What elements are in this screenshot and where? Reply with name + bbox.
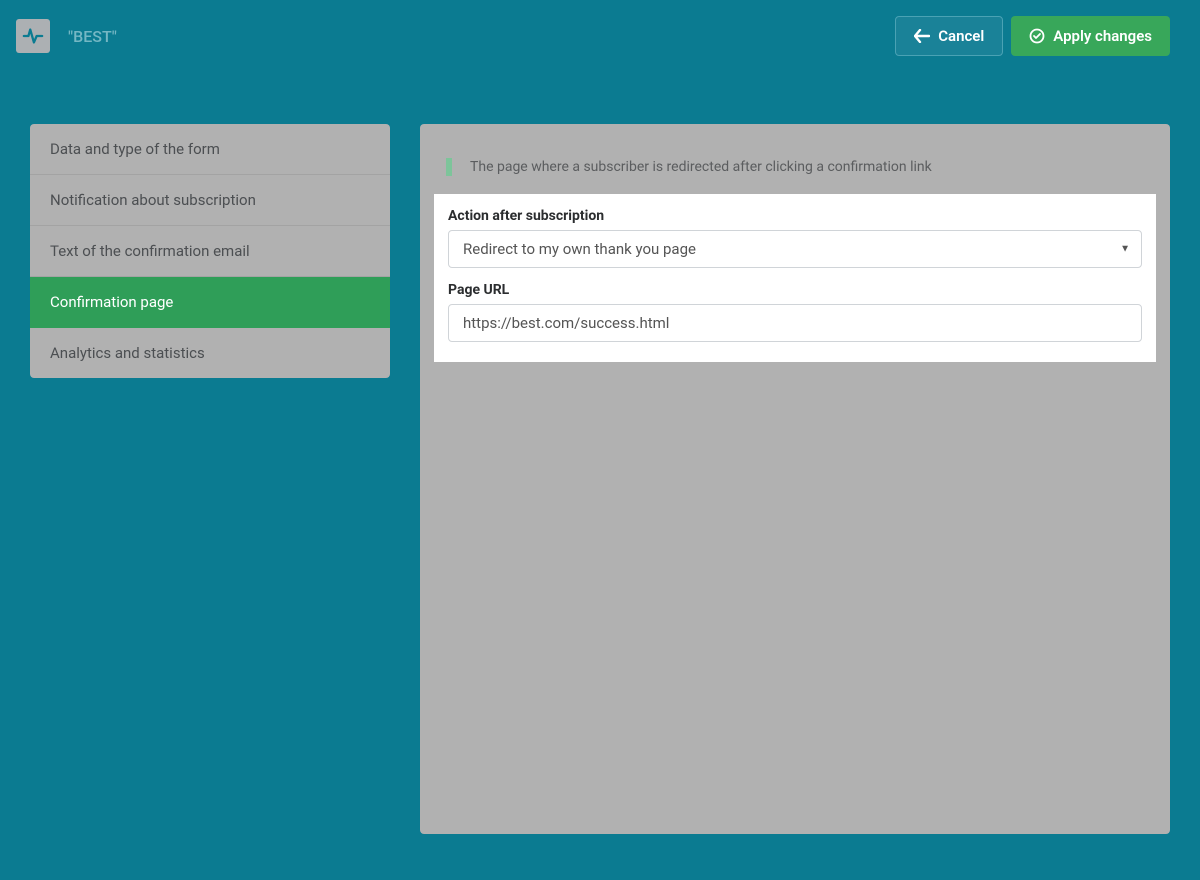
form-card: Action after subscription Redirect to my… [434,194,1156,362]
sidebar-item-label: Data and type of the form [50,140,220,158]
page-url-input[interactable] [448,304,1142,342]
arrow-left-icon [914,29,930,43]
apply-changes-button[interactable]: Apply changes [1011,16,1170,56]
hint-text: The page where a subscriber is redirecte… [470,159,932,175]
page-title: "BEST" [68,27,117,46]
main-panel: The page where a subscriber is redirecte… [420,124,1170,834]
sidebar-item-data-type[interactable]: Data and type of the form [30,124,390,175]
sidebar-item-label: Text of the confirmation email [50,242,250,260]
sidebar-item-email-text[interactable]: Text of the confirmation email [30,226,390,277]
apply-button-label: Apply changes [1053,27,1152,45]
sidebar-item-confirmation-page[interactable]: Confirmation page [30,277,390,328]
sidebar-item-label: Notification about subscription [50,191,256,209]
action-label: Action after subscription [448,208,1142,224]
select-value: Redirect to my own thank you page [463,240,696,258]
app-logo [16,19,50,53]
hint-accent-bar [446,158,452,176]
cancel-button-label: Cancel [938,27,984,45]
sidebar-item-label: Confirmation page [50,293,173,311]
check-circle-icon [1029,28,1045,44]
page-url-label: Page URL [448,282,1142,298]
sidebar-item-notification[interactable]: Notification about subscription [30,175,390,226]
action-after-subscription-select[interactable]: Redirect to my own thank you page [448,230,1142,268]
sidebar: Data and type of the form Notification a… [30,124,390,378]
cancel-button[interactable]: Cancel [895,16,1003,56]
sidebar-item-label: Analytics and statistics [50,344,205,362]
sidebar-item-analytics[interactable]: Analytics and statistics [30,328,390,378]
